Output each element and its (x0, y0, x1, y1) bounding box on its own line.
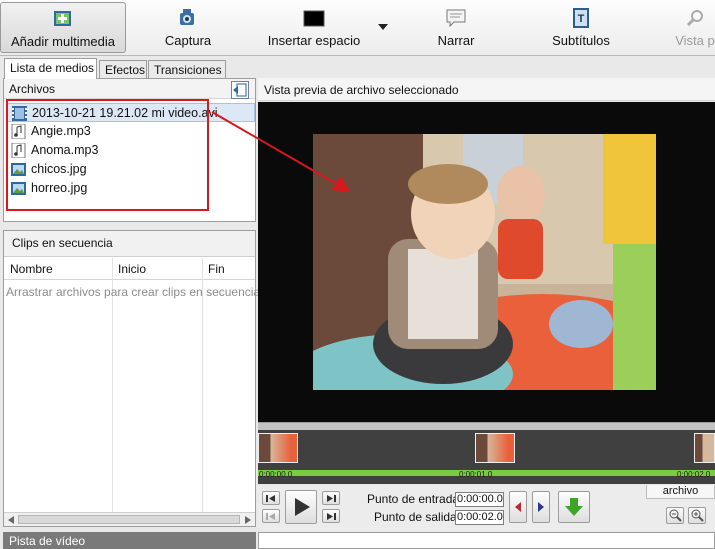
transport-controls: Punto de entrada 0:00:00.0 Punto de sali… (258, 485, 715, 530)
prev-frame-button[interactable] (262, 491, 280, 505)
drag-hint: Arrastrar archivos para crear clips en s… (6, 285, 261, 299)
tab-media-list[interactable]: Lista de medios (4, 58, 97, 79)
play-button[interactable] (285, 490, 317, 524)
preview-frame (313, 134, 656, 390)
timeline-label-mid: 0:00:01.0 (459, 470, 493, 479)
import-icon (233, 83, 247, 97)
sequence-clips-panel: Clips en secuencia Nombre Inicio Fin Arr… (3, 230, 260, 527)
column-name[interactable]: Nombre (10, 262, 53, 276)
set-entry-button[interactable] (509, 491, 527, 523)
zoom-out-icon (669, 509, 682, 522)
tab-media-list-label: Lista de medios (10, 61, 95, 75)
black-frame-icon (303, 10, 325, 27)
import-file-button[interactable] (231, 81, 249, 99)
exit-point-field[interactable]: 0:00:02.0 (455, 510, 504, 525)
annotation-arrow (211, 111, 350, 192)
timeline-strip[interactable]: 0:00:00.0 0:00:01.0 0:00:02.0 (258, 430, 715, 484)
timeline-thumbnail (694, 433, 715, 463)
clips-title: Clips en secuencia (4, 231, 255, 257)
timeline-separator[interactable] (258, 422, 715, 430)
scroll-right-icon[interactable] (245, 516, 251, 524)
column-end[interactable]: Fin (208, 262, 225, 276)
column-start[interactable]: Inicio (118, 262, 146, 276)
annotation-box (6, 99, 209, 211)
zoom-in-icon (691, 509, 704, 522)
preview-image (313, 134, 656, 390)
add-media-label: Añadir multimedia (10, 34, 116, 49)
tab-transitions-label: Transiciones (154, 63, 222, 77)
subtitles-label: Subtítulos (552, 33, 610, 48)
exit-point-label: Punto de salida (374, 510, 457, 524)
arrow-down-green-icon (565, 498, 583, 516)
app-window: Añadir multimedia Captura Insertar espac… (0, 0, 715, 549)
skip-start-icon (266, 513, 275, 520)
capture-button[interactable]: Captura (150, 2, 226, 53)
subtitle-film-icon: T (573, 8, 589, 28)
speech-bubble-icon (446, 9, 466, 28)
skip-end-icon (327, 513, 336, 520)
arrow-left-icon (515, 502, 521, 512)
timeline-label-end: 0:00:02.0 (677, 470, 711, 479)
insert-space-button[interactable]: Insertar espacio (262, 2, 366, 53)
files-header: Archivos (4, 79, 255, 99)
timeline-label-start: 0:00:00.0 (259, 470, 293, 479)
horizontal-scrollbar[interactable] (4, 512, 255, 526)
audio-track-area[interactable] (258, 532, 715, 549)
entry-point-field[interactable]: 0:00:00.0 (455, 492, 504, 507)
tab-transitions[interactable]: Transiciones (148, 60, 226, 79)
svg-text:T: T (578, 13, 585, 25)
magnifier-icon (686, 10, 703, 27)
capture-label: Captura (164, 33, 212, 48)
scroll-left-icon[interactable] (8, 516, 14, 524)
add-clip-button[interactable] (558, 491, 590, 523)
archive-tab[interactable]: archivo (646, 485, 715, 499)
camera-icon (180, 9, 194, 25)
main-toolbar: Añadir multimedia Captura Insertar espac… (0, 0, 715, 56)
files-header-label: Archivos (9, 82, 56, 96)
tab-effects[interactable]: Efectos (99, 60, 147, 79)
zoom-out-button[interactable] (666, 507, 684, 524)
add-media-icon (54, 11, 71, 26)
timeline-thumbnail (258, 433, 298, 463)
next-frame-button[interactable] (322, 491, 340, 505)
timeline-thumbnail (475, 433, 515, 463)
go-start-button[interactable] (262, 509, 280, 523)
entry-point-label: Punto de entrada (367, 492, 460, 506)
subtitles-button[interactable]: T Subtítulos (540, 2, 622, 53)
set-exit-button[interactable] (532, 491, 550, 523)
clips-column-headers: Nombre Inicio Fin (4, 258, 255, 280)
scroll-thumb[interactable] (18, 515, 240, 524)
zoom-in-button[interactable] (688, 507, 706, 524)
narrate-button[interactable]: Narrar (420, 2, 492, 53)
play-icon (295, 498, 310, 516)
step-forward-icon (327, 495, 336, 502)
preview-label: Vista p (675, 33, 715, 48)
video-track-label: Pista de vídeo (3, 532, 256, 549)
step-back-icon (266, 495, 275, 502)
insert-space-dropdown[interactable] (372, 2, 394, 53)
go-end-button[interactable] (322, 509, 340, 523)
narrate-label: Narrar (437, 33, 475, 48)
add-media-button[interactable]: Añadir multimedia (0, 2, 126, 53)
insert-space-label: Insertar espacio (267, 33, 361, 48)
preview-button[interactable]: Vista p (665, 2, 715, 53)
preview-title: Vista previa de archivo seleccionado (258, 78, 715, 101)
tab-effects-label: Efectos (105, 63, 146, 77)
arrow-right-icon (538, 502, 544, 512)
chevron-down-icon (378, 24, 388, 30)
